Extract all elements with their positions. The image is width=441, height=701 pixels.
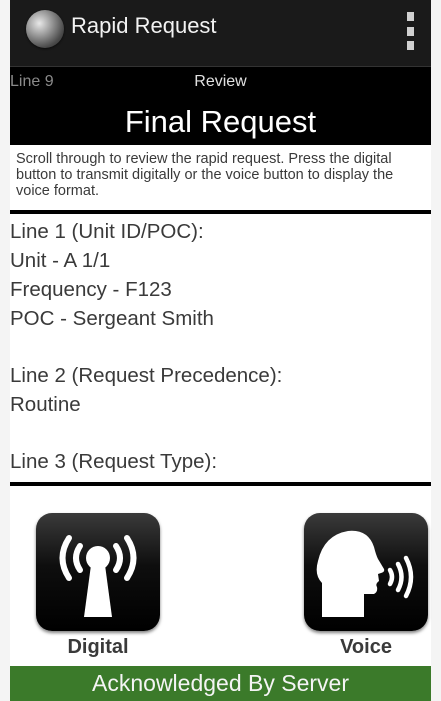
step-label: Review xyxy=(194,73,247,90)
right-margin xyxy=(431,0,441,701)
line1-heading: Line 1 (Unit ID/POC): xyxy=(10,220,204,243)
voice-label: Voice xyxy=(340,636,392,658)
digital-label: Digital xyxy=(67,636,129,658)
line3-heading: Line 3 (Request Type): xyxy=(10,450,218,473)
digital-button[interactable] xyxy=(36,513,160,631)
action-bar: Rapid Request xyxy=(10,0,431,67)
line2-heading: Line 2 (Request Precedence): xyxy=(10,364,283,387)
title-bar: Final Request xyxy=(10,97,431,145)
action-buttons: Digital Voice xyxy=(10,488,431,666)
line1-frequency: Frequency - F123 xyxy=(10,278,172,301)
left-margin xyxy=(0,0,10,701)
app-title: Rapid Request xyxy=(71,13,217,38)
line1-unit: Unit - A 1/1 xyxy=(10,249,111,272)
divider-bottom xyxy=(10,482,431,486)
request-scroll-area[interactable]: Line 1 (Unit ID/POC): Unit - A 1/1 Frequ… xyxy=(10,217,431,480)
status-bar: Acknowledged By Server xyxy=(10,666,431,701)
line3-section: Line 3 (Request Type): xyxy=(10,447,431,476)
subheader: Line 9 Review xyxy=(10,67,431,97)
line1-section: Line 1 (Unit ID/POC): Unit - A 1/1 Frequ… xyxy=(10,217,431,333)
page-title: Final Request xyxy=(124,104,317,139)
divider-top xyxy=(10,210,431,214)
line2-precedence: Routine xyxy=(10,393,81,416)
app-screen: Rapid Request Line 9 Review Final Reques… xyxy=(0,0,441,701)
overflow-menu-icon[interactable] xyxy=(405,12,415,50)
line2-section: Line 2 (Request Precedence): Routine xyxy=(10,361,431,419)
radio-tower-icon xyxy=(59,535,137,617)
instructions-text: Scroll through to review the rapid reque… xyxy=(16,151,394,199)
voice-button[interactable] xyxy=(304,513,428,631)
line1-poc: POC - Sergeant Smith xyxy=(10,307,214,330)
speaking-head-icon xyxy=(316,530,414,617)
globe-icon[interactable] xyxy=(26,10,64,48)
